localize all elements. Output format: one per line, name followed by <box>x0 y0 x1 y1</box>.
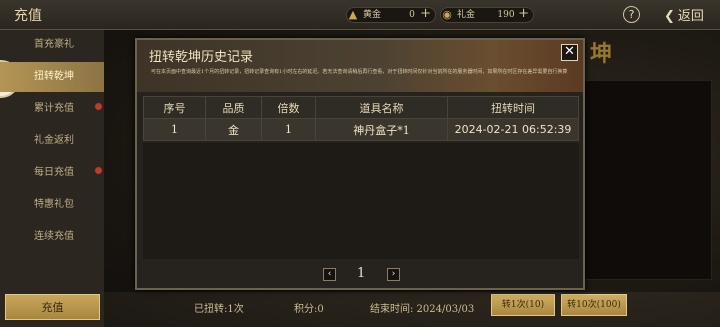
gold-label: 黄金 <box>363 10 382 20</box>
gold-icon: ▲ <box>348 8 358 21</box>
gold-currency: ▲ 黄金 0 + <box>346 7 436 23</box>
twist-ten-button[interactable]: 转10次(100) <box>561 294 627 316</box>
prev-page-button[interactable]: ‹ <box>323 268 336 281</box>
sidebar-item-label: 累计充值 <box>34 103 74 114</box>
sidebar-item-cumulative[interactable]: 累计充值 <box>0 94 104 124</box>
gift-currency: ◉ 礼金 190 + <box>440 7 534 23</box>
add-gold-button[interactable]: + <box>420 7 431 21</box>
sidebar-item-label: 扭转乾坤 <box>34 71 74 82</box>
modal-header: 扭转乾坤历史记录 可在本页面中查询最近1个月的扭转记录，扭转记录查询有1小时左右… <box>137 40 583 92</box>
col-header-index: 序号 <box>143 96 206 119</box>
sidebar: 首充豪礼 扭转乾坤 累计充值 礼金返利 每日充值 特惠礼包 连续充值 <box>0 30 104 327</box>
modal-notice: 可在本页面中查询最近1个月的扭转记录，扭转记录查询有1小时左右的延迟。若无法查询… <box>151 69 568 75</box>
table-header-row: 序号 品质 倍数 道具名称 扭转时间 <box>143 96 579 119</box>
gift-coin-icon: ◉ <box>442 8 452 21</box>
cell-item-name: 神丹盒子*1 <box>315 118 448 141</box>
table-empty-area <box>143 143 579 259</box>
col-header-item-name: 道具名称 <box>315 96 448 119</box>
end-time: 结束时间: 2024/03/03 <box>370 304 475 315</box>
notification-dot <box>95 103 102 110</box>
recharge-button[interactable]: 充值 <box>5 294 100 320</box>
close-button[interactable]: ✕ <box>561 44 578 61</box>
help-button[interactable]: ? <box>623 6 640 23</box>
back-button[interactable]: ❮ 返回 <box>664 5 704 24</box>
pagination: ‹ 1 › <box>323 266 403 284</box>
cell-quality: 金 <box>205 118 262 141</box>
top-bar: 充值 ▲ 黄金 0 + ◉ 礼金 190 + ? ❮ 返回 <box>0 0 720 30</box>
next-page-button[interactable]: › <box>387 268 400 281</box>
sidebar-item-label: 礼金返利 <box>34 135 74 146</box>
col-header-time: 扭转时间 <box>447 96 579 119</box>
sidebar-item-label: 连续充值 <box>34 231 74 242</box>
back-label: 返回 <box>677 9 704 24</box>
bottom-bar: 已扭转:1次 积分:0 结束时间: 2024/03/03 <box>104 292 720 327</box>
current-page: 1 <box>357 266 366 281</box>
notification-dot <box>95 167 102 174</box>
sidebar-item-continuous[interactable]: 连续充值 <box>0 222 104 252</box>
sidebar-item-label: 首充豪礼 <box>34 39 74 50</box>
sidebar-item-special-pack[interactable]: 特惠礼包 <box>0 190 104 220</box>
cell-index: 1 <box>143 118 206 141</box>
twist-count: 已扭转:1次 <box>194 304 244 315</box>
back-arrow-icon: ❮ <box>664 9 675 24</box>
sidebar-item-rebate[interactable]: 礼金返利 <box>0 126 104 156</box>
sidebar-item-twist[interactable]: 扭转乾坤 <box>0 62 104 92</box>
points-text: 积分:0 <box>294 304 324 315</box>
sidebar-item-label: 特惠礼包 <box>34 199 74 210</box>
sidebar-item-label: 每日充值 <box>34 167 74 178</box>
col-header-quality: 品质 <box>205 96 262 119</box>
cell-time: 2024-02-21 06:52:39 <box>447 118 579 141</box>
gift-label: 礼金 <box>457 10 476 20</box>
history-table: 序号 品质 倍数 道具名称 扭转时间 1 金 1 神丹盒子*1 2024-02-… <box>143 96 579 141</box>
col-header-multiplier: 倍数 <box>261 96 316 119</box>
modal-title: 扭转乾坤历史记录 <box>149 50 254 65</box>
cell-multiplier: 1 <box>261 118 316 141</box>
twist-once-button[interactable]: 转1次(10) <box>491 294 555 316</box>
sidebar-item-daily[interactable]: 每日充值 <box>0 158 104 188</box>
table-row: 1 金 1 神丹盒子*1 2024-02-21 06:52:39 <box>143 118 579 141</box>
add-gift-button[interactable]: + <box>518 7 529 21</box>
history-modal: 扭转乾坤历史记录 可在本页面中查询最近1个月的扭转记录，扭转记录查询有1小时左右… <box>135 38 585 290</box>
sidebar-item-first-recharge[interactable]: 首充豪礼 <box>0 30 104 60</box>
page-title: 充值 <box>14 8 42 24</box>
gift-value: 190 <box>497 10 515 20</box>
